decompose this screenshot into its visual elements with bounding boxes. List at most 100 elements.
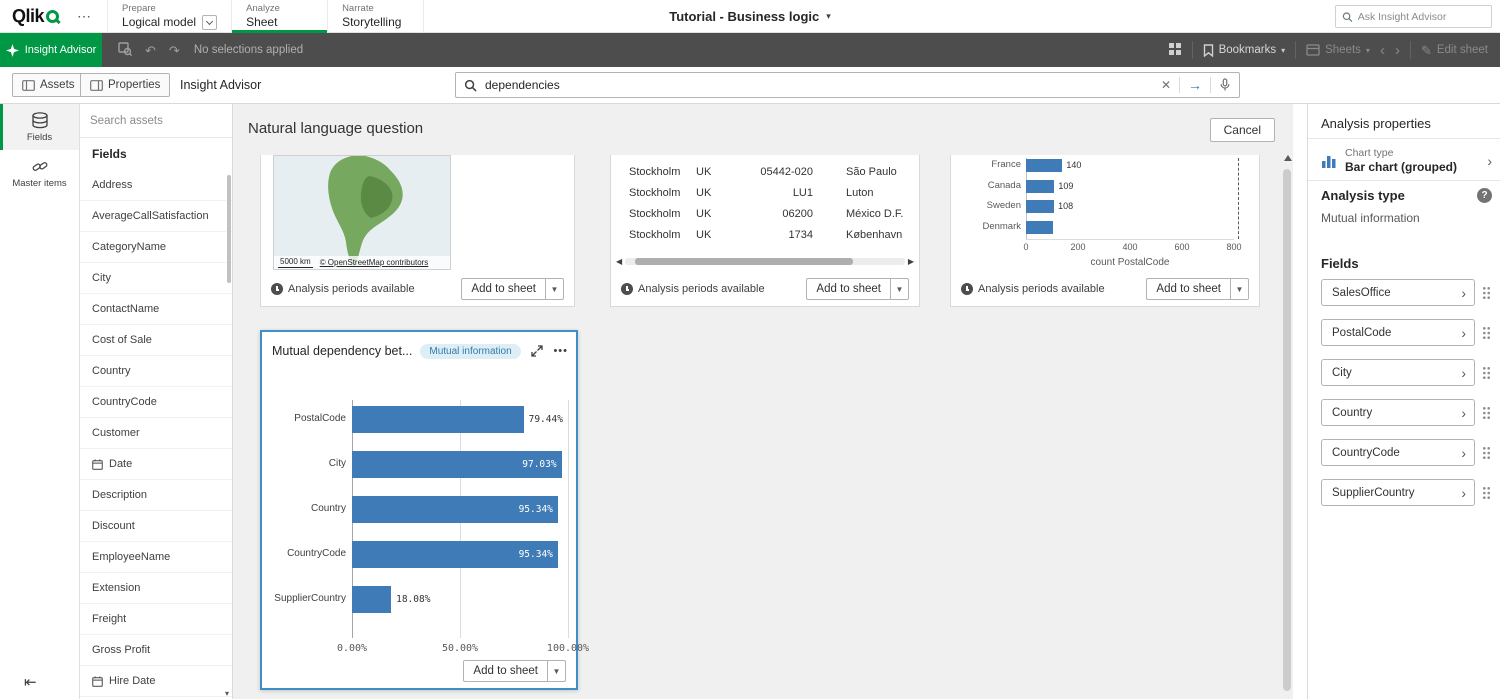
bar[interactable]	[1026, 159, 1062, 172]
scrollbar-thumb[interactable]	[635, 258, 853, 265]
scroll-down-icon[interactable]: ▾	[225, 689, 229, 698]
ask-insight-advisor-input[interactable]	[1358, 11, 1485, 23]
app-title-menu[interactable]: Tutorial - Business logic ▾	[669, 0, 831, 33]
cancel-button[interactable]: Cancel	[1210, 118, 1275, 142]
field-item-cost-of-sale[interactable]: Cost of Sale	[80, 325, 232, 356]
search-assets-input[interactable]	[90, 115, 222, 127]
selections-tool-icon[interactable]	[118, 42, 132, 58]
app-objects-grid-icon[interactable]	[1168, 42, 1182, 58]
previous-sheet-icon[interactable]: ‹	[1380, 43, 1385, 58]
field-item-contactname[interactable]: ContactName	[80, 294, 232, 325]
field-item-employeename[interactable]: EmployeeName	[80, 542, 232, 573]
category-label: Country	[264, 503, 346, 514]
field-item-gross-profit[interactable]: Gross Profit	[80, 635, 232, 666]
field-item-country[interactable]: Country	[80, 356, 232, 387]
field-item-extension[interactable]: Extension	[80, 573, 232, 604]
add-to-sheet-button[interactable]: Add to sheet ▼	[806, 278, 909, 300]
map-chart[interactable]: 5000 km © OpenStreetMap contributors	[273, 155, 451, 270]
drag-handle[interactable]	[1478, 486, 1494, 500]
scroll-up-icon[interactable]	[1284, 155, 1292, 161]
drag-handle[interactable]	[1478, 326, 1494, 340]
drag-handle[interactable]	[1478, 446, 1494, 460]
field-item-categoryname[interactable]: CategoryName	[80, 232, 232, 263]
help-icon[interactable]: ?	[1477, 188, 1492, 203]
collapse-panel-icon[interactable]: ⇤	[24, 673, 37, 691]
analysis-periods-info: Analysis periods available	[961, 283, 1105, 295]
master-items-link-icon	[31, 158, 49, 175]
bar[interactable]	[352, 586, 391, 613]
chart-type-row[interactable]: Chart type Bar chart (grouped) ›	[1308, 144, 1500, 178]
drag-handle[interactable]	[1478, 286, 1494, 300]
global-menu-button[interactable]: ⋯	[77, 8, 91, 25]
bar[interactable]	[1026, 221, 1053, 234]
field-chip-postalcode[interactable]: PostalCode›	[1321, 319, 1475, 346]
field-item-countrycode[interactable]: CountryCode	[80, 387, 232, 418]
table-row[interactable]: StockholmUK06200México D.F.	[611, 205, 919, 226]
rail-item-master-items[interactable]: Master items	[0, 150, 79, 196]
clock-icon	[271, 283, 283, 295]
field-chip-salesoffice[interactable]: SalesOffice›	[1321, 279, 1475, 306]
scrollbar-track[interactable]	[625, 258, 905, 265]
drag-handle[interactable]	[1478, 366, 1494, 380]
table-chart-card[interactable]: StockholmUK05442-020São PauloStockholmUK…	[610, 155, 920, 307]
chevron-right-icon: ›	[1461, 326, 1466, 340]
bar[interactable]	[1026, 180, 1054, 193]
insight-search-input[interactable]	[485, 78, 1153, 92]
field-item-city[interactable]: City	[80, 263, 232, 294]
field-chip-label: SalesOffice	[1332, 287, 1461, 299]
field-item-averagecallsatisfaction[interactable]: AverageCallSatisfaction	[80, 201, 232, 232]
step-back-icon[interactable]: ↶	[145, 44, 156, 57]
expand-icon[interactable]	[531, 345, 543, 357]
assets-toggle-button[interactable]: Assets	[12, 73, 85, 97]
sheets-menu[interactable]: Sheets ▾	[1306, 44, 1370, 56]
add-to-sheet-button[interactable]: Add to sheet ▼	[1146, 278, 1249, 300]
scroll-right-icon[interactable]: ▶	[908, 257, 914, 266]
field-chip-label: Country	[1332, 407, 1461, 419]
more-options-icon[interactable]: •••	[553, 345, 568, 357]
field-chip-countrycode[interactable]: CountryCode›	[1321, 439, 1475, 466]
add-to-sheet-button[interactable]: Add to sheet ▼	[463, 660, 566, 682]
field-chip-city[interactable]: City›	[1321, 359, 1475, 386]
table-row[interactable]: StockholmUK05442-020São Paulo	[611, 163, 919, 184]
properties-panel-icon	[90, 80, 103, 91]
scroll-left-icon[interactable]: ◀	[616, 257, 622, 266]
field-chip-country[interactable]: Country›	[1321, 399, 1475, 426]
microphone-icon[interactable]	[1219, 78, 1231, 92]
osm-attribution-link[interactable]: © OpenStreetMap contributors	[320, 258, 429, 267]
field-item-hire-date[interactable]: Hire Date	[80, 666, 232, 697]
field-item-date[interactable]: Date	[80, 449, 232, 480]
table-row[interactable]: StockholmUK1734København	[611, 226, 919, 247]
bar-chart-card[interactable]: count PostalCode France140Canada109Swede…	[950, 155, 1260, 307]
bar[interactable]	[1026, 200, 1054, 213]
tab-analyze[interactable]: Analyze Sheet	[232, 0, 328, 33]
tab-narrate[interactable]: Narrate Storytelling	[328, 0, 424, 33]
bar[interactable]	[352, 406, 524, 433]
map-chart-card[interactable]: 5000 km © OpenStreetMap contributors Ana…	[260, 155, 575, 307]
x-tick-label: 100.00%	[547, 643, 589, 654]
table-row[interactable]: StockholmUKLU1Luton	[611, 184, 919, 205]
field-item-address[interactable]: Address	[80, 170, 232, 201]
clear-search-icon[interactable]: ✕	[1161, 78, 1171, 92]
properties-toggle-button[interactable]: Properties	[80, 73, 170, 97]
field-item-discount[interactable]: Discount	[80, 511, 232, 542]
logical-model-dropdown[interactable]	[202, 15, 217, 30]
insight-advisor-button[interactable]: Insight Advisor	[0, 33, 102, 67]
bookmarks-menu[interactable]: Bookmarks ▾	[1203, 44, 1286, 57]
content-scrollbar[interactable]	[1282, 151, 1292, 699]
step-forward-icon[interactable]: ↷	[169, 44, 180, 57]
next-sheet-icon[interactable]: ›	[1395, 43, 1400, 58]
submit-search-icon[interactable]: →	[1188, 78, 1202, 92]
edit-sheet-button[interactable]: ✎ Edit sheet	[1421, 44, 1488, 57]
tab-prepare[interactable]: Prepare Logical model	[108, 0, 232, 33]
fields-scrollbar-thumb[interactable]	[227, 175, 231, 283]
drag-handle[interactable]	[1478, 406, 1494, 420]
field-item-customer[interactable]: Customer	[80, 418, 232, 449]
add-to-sheet-button[interactable]: Add to sheet ▼	[461, 278, 564, 300]
field-chip-suppliercountry[interactable]: SupplierCountry›	[1321, 479, 1475, 506]
rail-item-fields[interactable]: Fields	[0, 104, 79, 150]
mutual-dependency-card[interactable]: Mutual dependency bet... Mutual informat…	[260, 330, 578, 690]
field-item-freight[interactable]: Freight	[80, 604, 232, 635]
mutual-dependency-chart: PostalCode79.44%City97.03%Country95.34%C…	[352, 400, 568, 644]
scrollbar-thumb[interactable]	[1283, 169, 1291, 691]
field-item-description[interactable]: Description	[80, 480, 232, 511]
